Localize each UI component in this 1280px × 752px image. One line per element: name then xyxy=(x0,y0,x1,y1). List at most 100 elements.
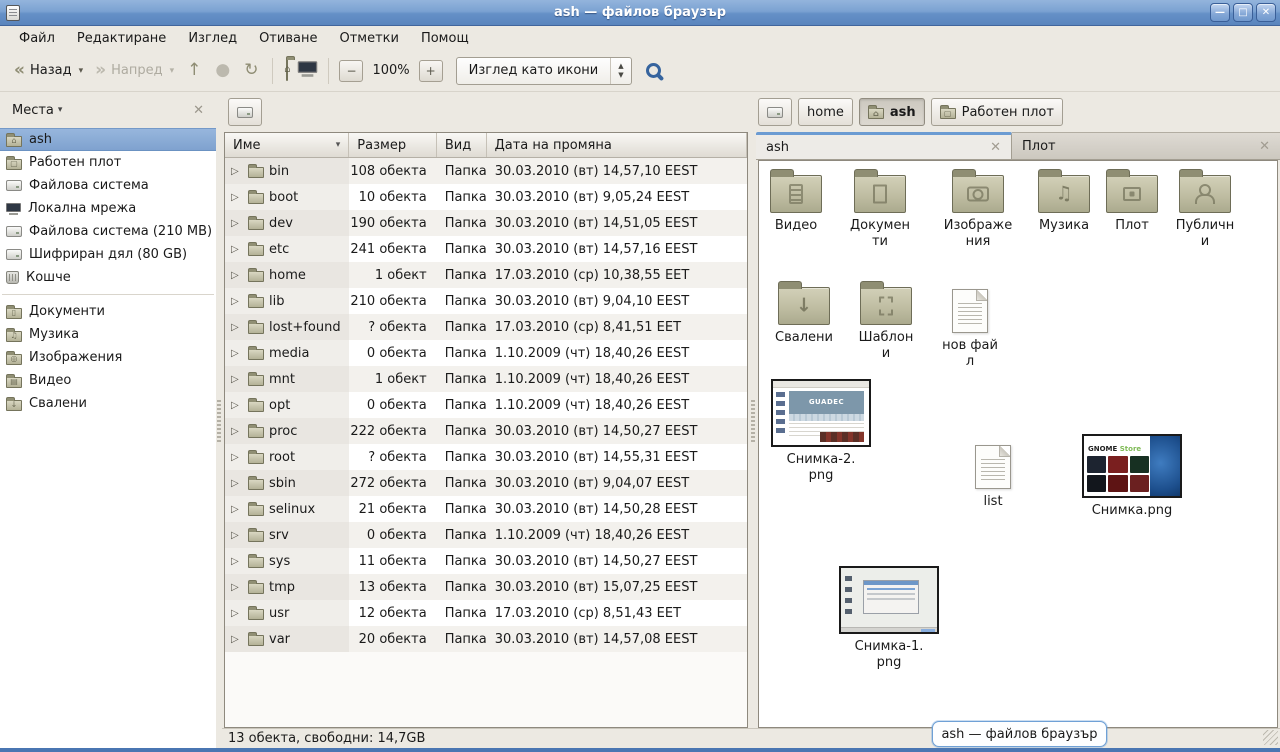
table-row-mnt[interactable]: ▷mnt1 обектПапка1.10.2009 (чт) 18,40,26 … xyxy=(225,366,747,392)
expander-icon[interactable]: ▷ xyxy=(231,556,243,567)
back-history-chevron-icon[interactable]: ▾ xyxy=(79,66,84,76)
table-row-opt[interactable]: ▷opt0 обектаПапка1.10.2009 (чт) 18,40,26… xyxy=(225,392,747,418)
table-row-root[interactable]: ▷root? обектаПапка30.03.2010 (вт) 14,55,… xyxy=(225,444,747,470)
file-icon-public[interactable]: Публични xyxy=(1175,175,1235,251)
column-header-Дата на промяна[interactable]: Дата на промяна xyxy=(487,133,747,157)
file-icon-list[interactable]: list xyxy=(963,445,1023,510)
expander-icon[interactable]: ▷ xyxy=(231,348,243,359)
menu-item-Помощ[interactable]: Помощ xyxy=(412,29,478,48)
breadcrumb-button-Работен плот[interactable]: ▢Работен плот xyxy=(931,98,1063,126)
breadcrumb-button-root[interactable] xyxy=(758,98,792,126)
table-row-sbin[interactable]: ▷sbin272 обектаПапка30.03.2010 (вт) 9,04… xyxy=(225,470,747,496)
table-row-boot[interactable]: ▷boot10 обектаПапка30.03.2010 (вт) 9,05,… xyxy=(225,184,747,210)
resize-grip[interactable] xyxy=(1263,730,1278,745)
sidebar-close-icon[interactable]: ✕ xyxy=(189,101,208,120)
tab-close-icon[interactable]: ✕ xyxy=(1259,139,1270,154)
sidebar-item-Изображения[interactable]: ◎Изображения xyxy=(0,346,216,369)
zoom-out-button[interactable]: − xyxy=(339,60,363,82)
breadcrumb-button-ash[interactable]: ⌂ash xyxy=(859,98,925,126)
pathbar-button-root[interactable] xyxy=(228,98,262,126)
column-header-Размер[interactable]: Размер xyxy=(349,133,437,157)
file-icon-documents[interactable]: Документи xyxy=(850,175,910,251)
computer-button[interactable] xyxy=(294,60,321,81)
view-mode-select[interactable]: Изглед като икони ▲▼ xyxy=(456,57,632,85)
file-icon-snimka-1[interactable]: Снимка-1.png xyxy=(839,566,939,672)
icon-view[interactable]: ВидеоДокументиИзображения♫МузикаПлотПубл… xyxy=(758,160,1278,728)
file-icon-desktop[interactable]: Плот xyxy=(1102,175,1162,234)
breadcrumb-button-home[interactable]: home xyxy=(798,98,853,126)
table-row-home[interactable]: ▷home1 обектПапка17.03.2010 (ср) 10,38,5… xyxy=(225,262,747,288)
minimize-button[interactable]: — xyxy=(1210,3,1230,22)
expander-icon[interactable]: ▷ xyxy=(231,296,243,307)
expander-icon[interactable]: ▷ xyxy=(231,478,243,489)
up-button[interactable]: ↑ xyxy=(180,58,208,83)
table-row-dev[interactable]: ▷dev190 обектаПапка30.03.2010 (вт) 14,51… xyxy=(225,210,747,236)
file-icon-new-file[interactable]: нов файл xyxy=(940,289,1000,371)
sidebar-item-Музика[interactable]: ♫Музика xyxy=(0,323,216,346)
sidebar-item-Документи[interactable]: ▯Документи xyxy=(0,300,216,323)
search-icon[interactable] xyxy=(646,63,661,78)
expander-icon[interactable]: ▷ xyxy=(231,582,243,593)
expander-icon[interactable]: ▷ xyxy=(231,374,243,385)
forward-button[interactable]: » Напред ▾ xyxy=(89,58,180,83)
file-icon-downloads[interactable]: ↓Свалени xyxy=(774,287,834,346)
expander-icon[interactable]: ▷ xyxy=(231,322,243,333)
sidebar-item-ash[interactable]: ⌂ash xyxy=(0,128,216,151)
menu-item-Изглед[interactable]: Изглед xyxy=(179,29,246,48)
close-button[interactable]: ✕ xyxy=(1256,3,1276,22)
file-icon-snimka[interactable]: GNOME StoreСнимка.png xyxy=(1082,434,1182,519)
sidebar-item-Шифриран дял (80 GB)[interactable]: Шифриран дял (80 GB) xyxy=(0,243,216,266)
table-row-srv[interactable]: ▷srv0 обектаПапка1.10.2009 (чт) 18,40,26… xyxy=(225,522,747,548)
expander-icon[interactable]: ▷ xyxy=(231,426,243,437)
file-icon-snimka-2[interactable]: GUADECСнимка-2.png xyxy=(771,379,871,485)
sidebar-item-Работен плот[interactable]: ▢Работен плот xyxy=(0,151,216,174)
sidebar-title[interactable]: Места xyxy=(8,101,58,120)
expander-icon[interactable]: ▷ xyxy=(231,504,243,515)
maximize-button[interactable]: □ xyxy=(1233,3,1253,22)
zoom-in-button[interactable]: + xyxy=(419,60,443,82)
file-icon-music[interactable]: ♫Музика xyxy=(1034,175,1094,234)
sidebar-title-caret-icon[interactable]: ▾ xyxy=(58,105,63,115)
menu-item-Отметки[interactable]: Отметки xyxy=(330,29,407,48)
tab-close-icon[interactable]: ✕ xyxy=(990,140,1001,155)
reload-button[interactable]: ↻ xyxy=(237,58,265,83)
sidebar-item-Видео[interactable]: ▤Видео xyxy=(0,369,216,392)
sidebar-item-Файлова система (210 MB)[interactable]: Файлова система (210 MB) xyxy=(0,220,216,243)
expander-icon[interactable]: ▷ xyxy=(231,634,243,645)
table-row-selinux[interactable]: ▷selinux21 обектаПапка30.03.2010 (вт) 14… xyxy=(225,496,747,522)
menu-item-Файл[interactable]: Файл xyxy=(10,29,64,48)
table-row-etc[interactable]: ▷etc241 обектаПапка30.03.2010 (вт) 14,57… xyxy=(225,236,747,262)
menu-item-Отиване[interactable]: Отиване xyxy=(250,29,326,48)
table-row-var[interactable]: ▷var20 обектаПапка30.03.2010 (вт) 14,57,… xyxy=(225,626,747,652)
tab-ash[interactable]: ash✕ xyxy=(756,132,1012,159)
expander-icon[interactable]: ▷ xyxy=(231,530,243,541)
table-row-lost+found[interactable]: ▷lost+found? обектаПапка17.03.2010 (ср) … xyxy=(225,314,747,340)
stop-button[interactable]: ● xyxy=(208,58,237,83)
table-row-bin[interactable]: ▷bin108 обектаПапка30.03.2010 (вт) 14,57… xyxy=(225,158,747,184)
table-row-media[interactable]: ▷media0 обектаПапка1.10.2009 (чт) 18,40,… xyxy=(225,340,747,366)
expander-icon[interactable]: ▷ xyxy=(231,452,243,463)
sidebar-item-Файлова система[interactable]: Файлова система xyxy=(0,174,216,197)
file-icon-videos[interactable]: Видео xyxy=(766,175,826,234)
expander-icon[interactable]: ▷ xyxy=(231,166,243,177)
expander-icon[interactable]: ▷ xyxy=(231,192,243,203)
view-mode-spinner-icon[interactable]: ▲▼ xyxy=(611,62,630,79)
expander-icon[interactable]: ▷ xyxy=(231,608,243,619)
table-row-tmp[interactable]: ▷tmp13 обектаПапка30.03.2010 (вт) 15,07,… xyxy=(225,574,747,600)
sidebar-item-Кошче[interactable]: Кошче xyxy=(0,266,216,289)
column-header-Име[interactable]: Име▾ xyxy=(225,133,349,157)
tab-Плот[interactable]: Плот✕ xyxy=(1012,132,1280,159)
column-header-Вид[interactable]: Вид xyxy=(437,133,487,157)
sidebar-item-Локална мрежа[interactable]: Локална мрежа xyxy=(0,197,216,220)
sidebar-item-Свалени[interactable]: ↓Свалени xyxy=(0,392,216,415)
expander-icon[interactable]: ▷ xyxy=(231,400,243,411)
expander-icon[interactable]: ▷ xyxy=(231,218,243,229)
expander-icon[interactable]: ▷ xyxy=(231,244,243,255)
table-row-sys[interactable]: ▷sys11 обектаПапка30.03.2010 (вт) 14,50,… xyxy=(225,548,747,574)
expander-icon[interactable]: ▷ xyxy=(231,270,243,281)
menu-item-Редактиране[interactable]: Редактиране xyxy=(68,29,175,48)
table-row-usr[interactable]: ▷usr12 обектаПапка17.03.2010 (ср) 8,51,4… xyxy=(225,600,747,626)
table-row-proc[interactable]: ▷proc222 обектаПапка30.03.2010 (вт) 14,5… xyxy=(225,418,747,444)
home-button[interactable]: ⌂ xyxy=(280,60,294,81)
back-button[interactable]: « Назад ▾ xyxy=(8,58,89,83)
